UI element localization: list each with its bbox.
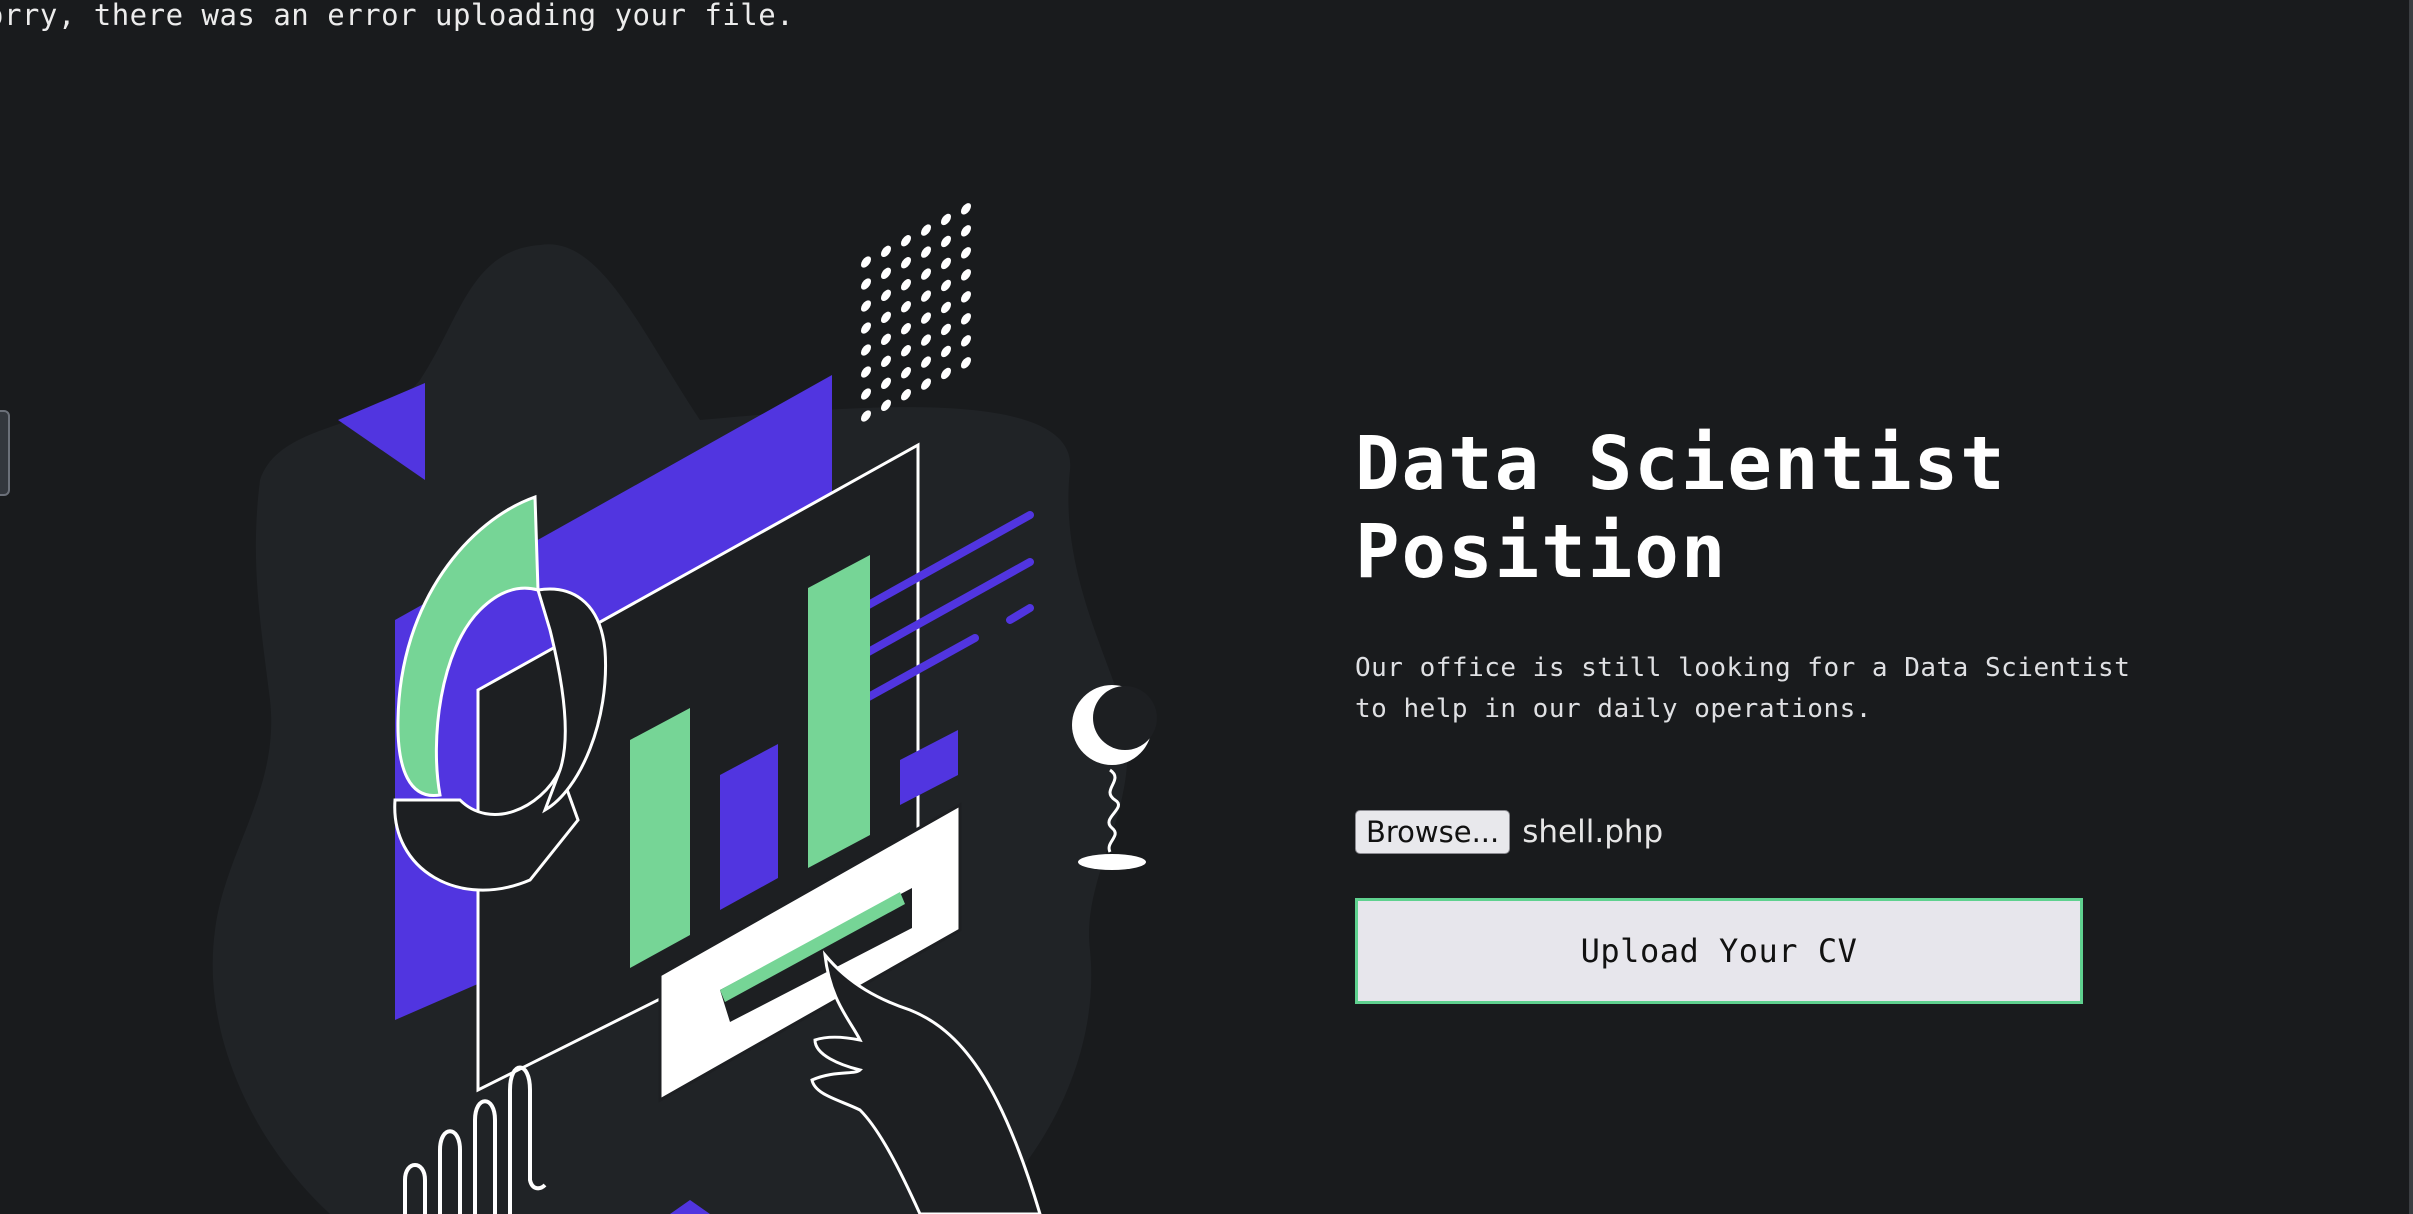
page-title: Data Scientist Position bbox=[1355, 421, 2007, 595]
dot-grid bbox=[861, 203, 971, 422]
data-analytics-illustration bbox=[212, 203, 1157, 1214]
upload-error-message: orry, there was an error uploading your … bbox=[0, 0, 795, 32]
selected-file-name: shell.php bbox=[1522, 814, 1664, 850]
side-panel-tab[interactable] bbox=[0, 410, 10, 496]
file-input[interactable]: Browse... shell.php bbox=[1355, 810, 2255, 854]
scrollbar-track[interactable] bbox=[2409, 0, 2413, 1214]
bar-green-2 bbox=[808, 555, 870, 868]
job-panel: Data Scientist Position Our office is st… bbox=[1355, 420, 2255, 1004]
upload-cv-button[interactable]: Upload Your CV bbox=[1355, 898, 2083, 1004]
browse-button[interactable]: Browse... bbox=[1355, 810, 1511, 854]
bar-green-1 bbox=[630, 708, 690, 968]
job-description: Our office is still looking for a Data S… bbox=[1355, 653, 2131, 724]
